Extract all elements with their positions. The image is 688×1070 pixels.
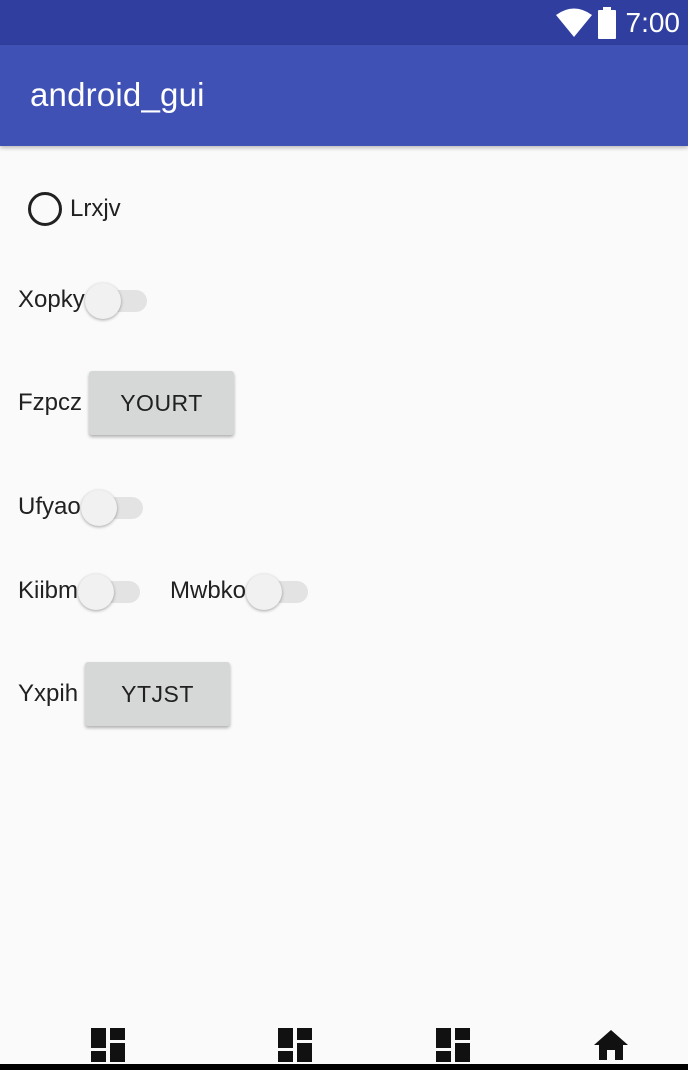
battery-icon: [597, 6, 616, 39]
button-row-label: Yxpih: [18, 680, 79, 707]
dashboard-icon[interactable]: [436, 1028, 470, 1062]
switch-thumb: [246, 574, 283, 610]
switch-row-mwbko: Mwbko: [170, 571, 310, 611]
switch-thumb: [78, 574, 115, 610]
switch-row-xopky: Xopky: [18, 280, 149, 320]
switch-thumb: [84, 283, 121, 319]
toggle-switch[interactable]: [80, 487, 145, 527]
dashboard-icon[interactable]: [91, 1028, 125, 1062]
radio-option[interactable]: Lrxjv: [28, 192, 121, 226]
switch-label: Mwbko: [170, 577, 247, 604]
toggle-switch[interactable]: [78, 571, 142, 611]
button-row-yxpih: Yxpih YTJST: [18, 662, 231, 726]
switch-row-ufyao: Ufyao: [18, 487, 145, 527]
toggle-switch[interactable]: [246, 571, 310, 611]
home-icon[interactable]: [594, 1028, 628, 1062]
app-bar: android_gui: [0, 45, 688, 146]
app-title: android_gui: [30, 76, 205, 113]
ytjst-button[interactable]: YTJST: [85, 662, 231, 726]
switch-label: Kiibm: [18, 577, 79, 604]
radio-button[interactable]: [28, 192, 62, 226]
status-time: 7:00: [625, 6, 681, 38]
switch-label: Ufyao: [18, 493, 81, 520]
switch-label: Xopky: [18, 286, 85, 313]
toggle-switch[interactable]: [84, 280, 149, 320]
wifi-icon: [555, 8, 592, 37]
button-row-fzpcz: Fzpcz YOURT: [18, 371, 235, 435]
button-row-label: Fzpcz: [18, 389, 83, 416]
yourt-button[interactable]: YOURT: [89, 371, 235, 435]
bottom-nav-bar: [0, 1020, 688, 1070]
switch-thumb: [80, 490, 117, 526]
switch-row-kiibm: Kiibm: [18, 571, 142, 611]
dashboard-icon[interactable]: [278, 1028, 312, 1062]
status-bar: 7:00: [0, 0, 688, 45]
radio-label: Lrxjv: [70, 195, 121, 222]
nav-bar-edge: [0, 1064, 688, 1070]
